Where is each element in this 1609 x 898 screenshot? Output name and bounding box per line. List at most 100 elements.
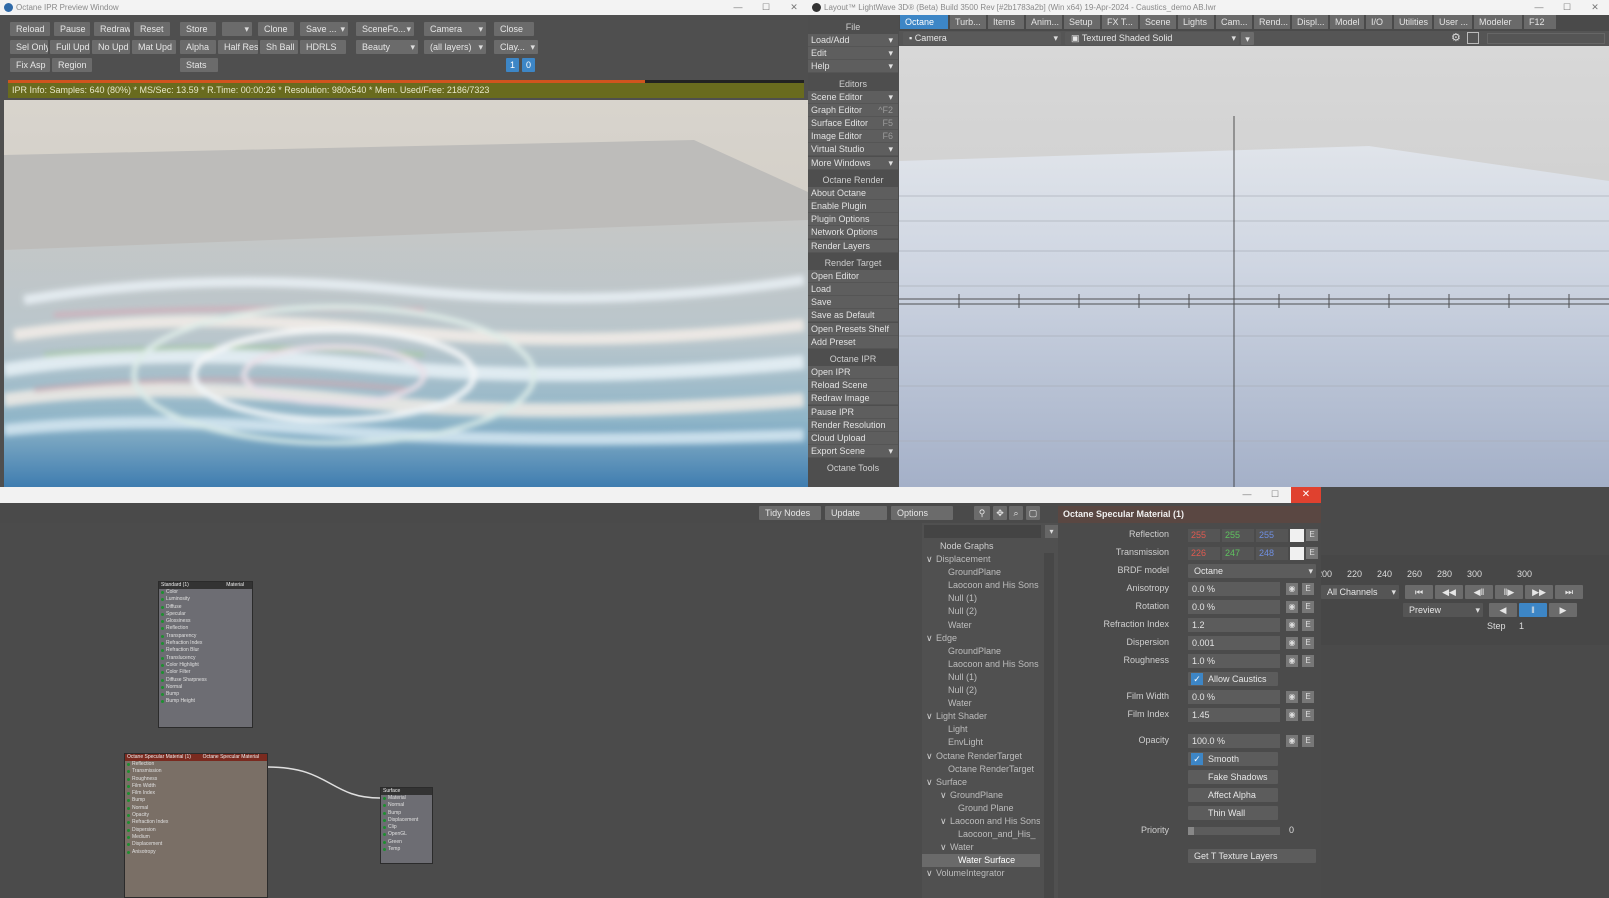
tab-rend[interactable]: Rend... xyxy=(1254,15,1290,29)
ipr-btn-region[interactable]: Region xyxy=(52,58,92,72)
ipr-btn-clay[interactable]: Clay... xyxy=(494,40,538,54)
node-input-port[interactable]: Color Highlight xyxy=(159,662,252,669)
timeline-ruler[interactable]: 200 220 240 260 280 300 300 xyxy=(1317,567,1609,581)
ipr-btn-shball[interactable]: Sh Ball xyxy=(260,40,298,54)
tab-displ[interactable]: Displ... xyxy=(1292,15,1328,29)
node-input-port[interactable]: Refraction Index xyxy=(159,640,252,647)
play-button[interactable]: ▶ xyxy=(1549,603,1577,617)
ipr-number-button[interactable]: 1 xyxy=(506,58,519,72)
close-icon[interactable]: ✕ xyxy=(1581,0,1609,15)
node-input-port[interactable]: Color xyxy=(159,589,252,596)
node-input-port[interactable]: Anisotropy xyxy=(125,849,267,856)
chevron-down-icon[interactable]: ∨ xyxy=(926,776,936,789)
tab-modeler[interactable]: Modeler xyxy=(1474,15,1522,29)
menu-item-about-octane[interactable]: About Octane xyxy=(808,186,898,200)
color-b-value[interactable]: 255 xyxy=(1256,529,1288,542)
tree-item[interactable]: ∨ Surface xyxy=(922,776,1040,789)
tree-item[interactable]: Light xyxy=(922,723,1040,736)
pause-button[interactable]: ‖ xyxy=(1519,603,1547,617)
node-input-port[interactable]: Medium xyxy=(125,834,267,841)
tree-item[interactable]: Null (2) xyxy=(922,684,1040,697)
menu-item-load-add[interactable]: Load/Add xyxy=(808,34,898,47)
menu-item-virtual-studio[interactable]: Virtual Studio xyxy=(808,143,898,157)
node-input-port[interactable]: Refraction Index xyxy=(125,819,267,826)
ipr-number-button[interactable]: 0 xyxy=(522,58,535,72)
update-button[interactable]: Update xyxy=(825,506,887,520)
menu-item-pause-ipr[interactable]: Pause IPR xyxy=(808,405,898,419)
ipr-btn-close[interactable]: Close xyxy=(494,22,534,36)
node-input-port[interactable]: Transmission xyxy=(125,768,267,775)
surface-output-node[interactable]: Surface Material Normal Bump Displacement Cli… xyxy=(380,787,433,864)
viewport-mode-select[interactable]: ▣ Textured Shaded Solid xyxy=(1065,32,1239,45)
ipr-btn-scenefo[interactable]: SceneFo... xyxy=(356,22,414,36)
tree-item[interactable]: GroundPlane xyxy=(922,566,1040,579)
envelope-button[interactable]: E xyxy=(1302,709,1314,721)
menu-item-help[interactable]: Help xyxy=(808,60,898,74)
node-input-port[interactable]: Refraction Blur xyxy=(159,647,252,654)
channels-select[interactable]: All Channels xyxy=(1321,585,1399,599)
chevron-down-icon[interactable]: ∨ xyxy=(926,867,936,880)
maximize-icon[interactable]: ☐ xyxy=(1261,487,1289,502)
color-swatch[interactable] xyxy=(1290,529,1304,542)
texture-button[interactable]: ◉ xyxy=(1286,583,1298,595)
envelope-button[interactable]: E xyxy=(1302,601,1314,613)
tab-turb[interactable]: Turb... xyxy=(950,15,986,29)
minimize-icon[interactable]: — xyxy=(1525,0,1553,15)
close-button[interactable]: ✕ xyxy=(1291,487,1321,503)
checkbox-thin-wall[interactable]: Thin Wall xyxy=(1188,806,1278,820)
envelope-button[interactable]: E xyxy=(1302,583,1314,595)
tab-scene[interactable]: Scene xyxy=(1140,15,1176,29)
color-r-value[interactable]: 226 xyxy=(1188,547,1220,560)
prop-value-field[interactable]: 100.0 % xyxy=(1188,734,1280,748)
menu-item-scene-editor[interactable]: Scene Editor xyxy=(808,90,898,104)
menu-item-redraw-image[interactable]: Redraw Image xyxy=(808,392,898,406)
ipr-btn-save[interactable]: Save ... xyxy=(300,22,348,36)
ipr-btn-alllayers[interactable]: (all layers) xyxy=(424,40,486,54)
node-input-port[interactable]: Film Width xyxy=(125,783,267,790)
viewport-options-button[interactable]: ▾ xyxy=(1241,32,1254,45)
ipr-btn-store[interactable]: Store xyxy=(180,22,216,36)
tab-items[interactable]: Items xyxy=(988,15,1024,29)
ipr-btn-redraw[interactable]: Redraw xyxy=(94,22,130,36)
tab-cam[interactable]: Cam... xyxy=(1216,15,1252,29)
tree-item[interactable]: ∨ GroundPlane xyxy=(922,789,1040,802)
node-input-port[interactable]: Roughness xyxy=(125,776,267,783)
color-g-value[interactable]: 247 xyxy=(1222,547,1254,560)
node-input-port[interactable]: Bump xyxy=(381,810,432,817)
node-input-port[interactable]: Bump Height xyxy=(159,698,252,705)
menu-item-render-resolution[interactable]: Render Resolution xyxy=(808,418,898,432)
texture-button[interactable]: ◉ xyxy=(1286,637,1298,649)
menu-item-add-preset[interactable]: Add Preset xyxy=(808,335,898,349)
tree-item[interactable]: Water Surface xyxy=(922,854,1040,868)
envelope-button[interactable]: E xyxy=(1302,619,1314,631)
specular-material-node[interactable]: Octane Specular Material (1) Octane Specu… xyxy=(124,753,268,898)
menu-item-more-windows[interactable]: More Windows xyxy=(808,156,898,170)
prop-value-field[interactable]: 0.001 xyxy=(1188,636,1280,650)
tree-item[interactable]: ∨ Octane RenderTarget xyxy=(922,750,1040,763)
viewport-maximize-icon[interactable] xyxy=(1467,32,1479,44)
prop-value-field[interactable]: 1.0 % xyxy=(1188,654,1280,668)
ipr-render-view[interactable] xyxy=(4,100,808,487)
tree-item[interactable]: ∨ Edge xyxy=(922,632,1040,645)
checkbox-affect-alpha[interactable]: Affect Alpha xyxy=(1188,788,1278,802)
texture-button[interactable]: ◉ xyxy=(1286,735,1298,747)
texture-button[interactable]: ◉ xyxy=(1286,655,1298,667)
node-input-port[interactable]: Normal xyxy=(381,802,432,809)
tree-item[interactable]: Laocoon and His Sons xyxy=(922,658,1040,671)
ipr-btn-store-menu[interactable] xyxy=(222,22,252,36)
priority-slider[interactable] xyxy=(1188,827,1280,835)
prev-key-button[interactable]: ◀◀ xyxy=(1435,585,1463,599)
node-input-port[interactable]: Diffuse xyxy=(159,604,252,611)
node-input-port[interactable]: Normal xyxy=(159,684,252,691)
viewport-layout-icons[interactable] xyxy=(1487,33,1605,44)
standard-node[interactable]: Standard (1) Material Color Luminosity Diffu… xyxy=(158,581,253,728)
tab-model[interactable]: Model xyxy=(1330,15,1364,29)
node-input-port[interactable]: Bump xyxy=(159,691,252,698)
tab-octane[interactable]: Octane xyxy=(900,15,948,29)
tree-item[interactable]: Water xyxy=(922,619,1040,632)
tab-utilities[interactable]: Utilities xyxy=(1394,15,1432,29)
tab-io[interactable]: I/O xyxy=(1366,15,1392,29)
chevron-down-icon[interactable]: ∨ xyxy=(940,841,950,854)
node-input-port[interactable]: Luminosity xyxy=(159,596,252,603)
tree-item[interactable]: Octane RenderTarget xyxy=(922,763,1040,776)
